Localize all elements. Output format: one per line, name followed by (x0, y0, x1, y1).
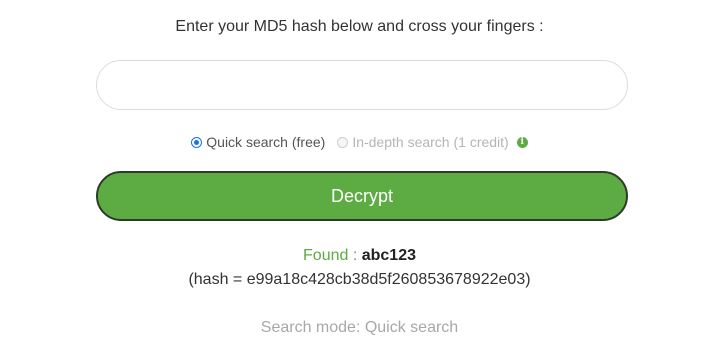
found-value: abc123 (361, 247, 416, 264)
result-line: Found : abc123 (0, 247, 719, 265)
hash-input[interactable] (96, 60, 628, 110)
search-mode-options: Quick search (free) In-depth search (1 c… (0, 132, 719, 152)
in-depth-search-option[interactable]: In-depth search (1 credit) (337, 134, 516, 150)
md5-decrypt-panel: Enter your MD5 hash below and cross your… (0, 0, 719, 357)
found-label: Found : (303, 247, 362, 264)
decrypt-button[interactable]: Decrypt (96, 171, 628, 221)
in-depth-search-label: In-depth search (1 credit) (352, 134, 509, 150)
info-icon[interactable]: i (516, 136, 528, 148)
search-mode-text: Search mode: Quick search (260, 319, 459, 336)
hash-line: (hash = e99a18c428cb38d5f260853678922e03… (188, 271, 531, 288)
in-depth-search-radio[interactable] (337, 136, 349, 148)
quick-search-option[interactable]: Quick search (free) (191, 134, 337, 150)
instruction-text: Enter your MD5 hash below and cross your… (175, 18, 544, 35)
quick-search-label: Quick search (free) (206, 134, 326, 150)
quick-search-radio[interactable] (191, 136, 203, 148)
